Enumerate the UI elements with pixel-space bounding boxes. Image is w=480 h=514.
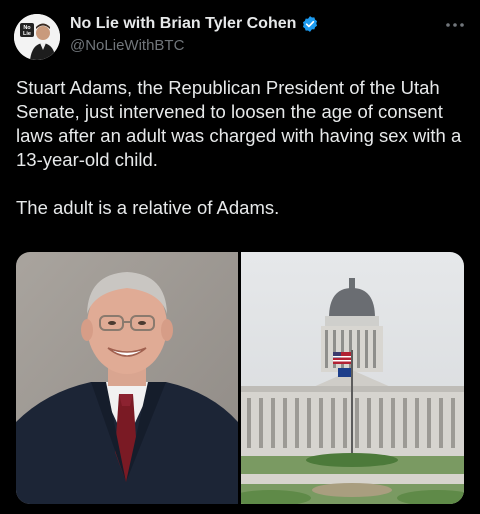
tweet-header: No Lie No Lie with Brian Tyler Cohen @No… [14,12,466,64]
display-name-text[interactable]: No Lie with Brian Tyler Cohen [70,15,296,33]
display-name[interactable]: No Lie with Brian Tyler Cohen [70,15,319,33]
tweet-paragraph-1: Stuart Adams, the Republican President o… [16,77,462,170]
portrait-photo[interactable] [16,252,238,504]
capitol-building-photo[interactable] [241,252,464,504]
handle[interactable]: @NoLieWithBTC [70,37,319,54]
tweet-media[interactable] [16,252,464,504]
tweet-paragraph-2: The adult is a relative of Adams. [16,197,280,218]
svg-text:Lie: Lie [23,31,31,37]
more-options-icon[interactable] [444,16,466,34]
author-names: No Lie with Brian Tyler Cohen @NoLieWith… [70,15,319,54]
avatar[interactable]: No Lie [14,14,60,60]
tweet-text: Stuart Adams, the Republican President o… [16,76,466,220]
verified-badge-icon[interactable] [301,15,319,33]
